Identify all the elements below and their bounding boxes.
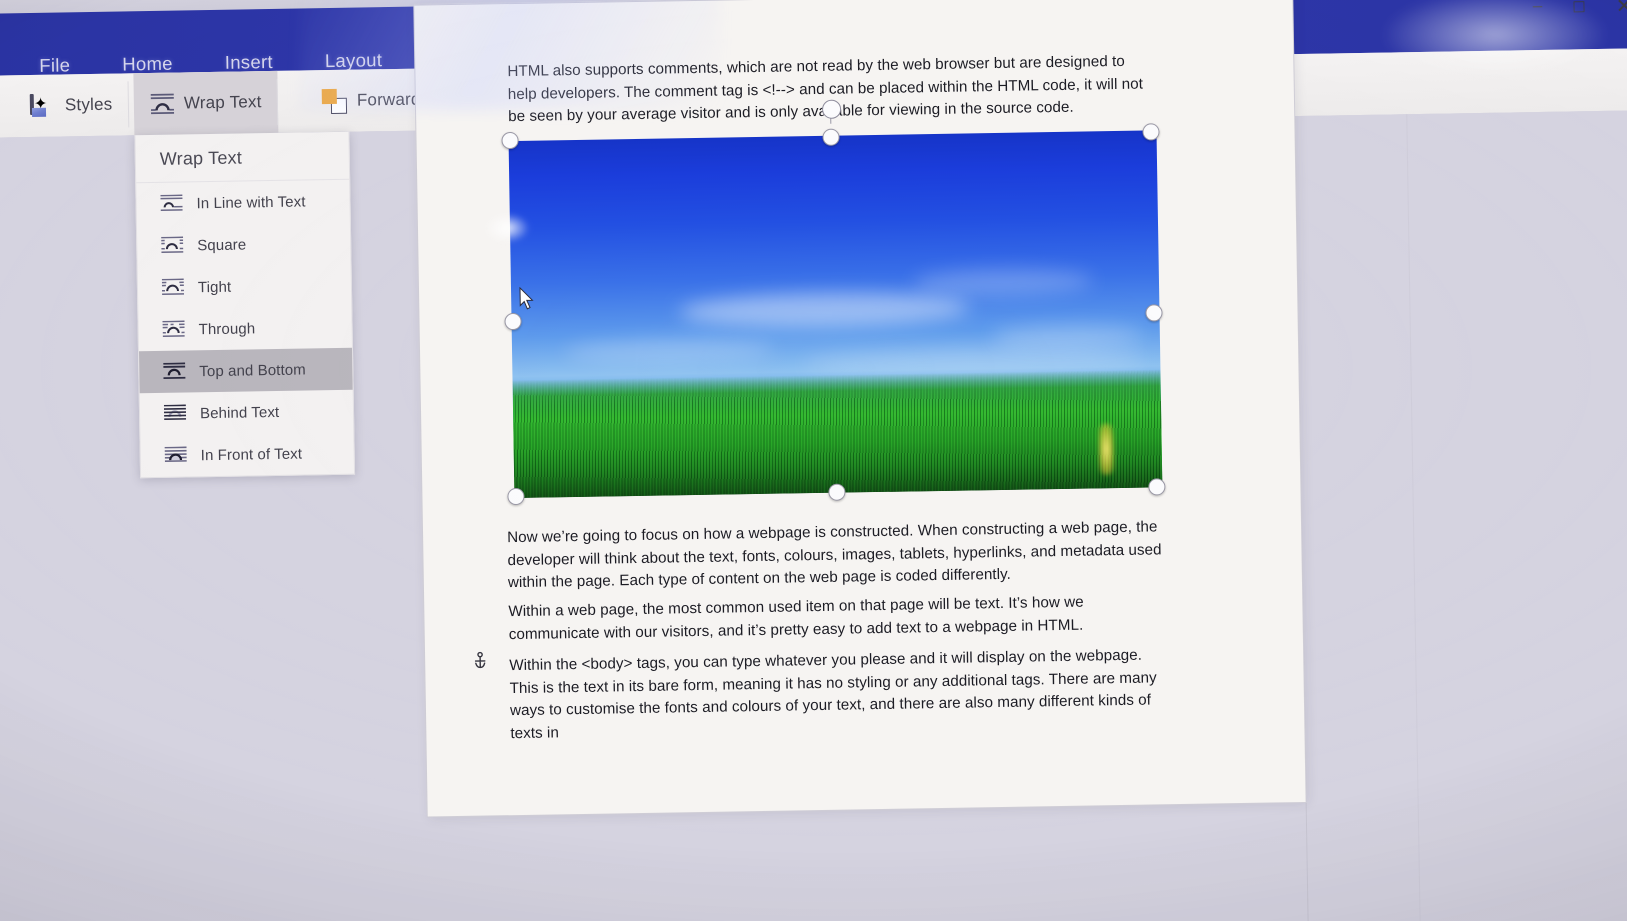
wrap-through-icon [162, 320, 184, 338]
picture-bliss-wallpaper[interactable] [509, 130, 1163, 498]
ribbon-forward-label: Forward [357, 90, 421, 111]
wrap-menu-title: Wrap Text [135, 132, 349, 184]
ribbon-styles-label: Styles [65, 95, 113, 116]
wrap-option-label: Behind Text [200, 403, 279, 421]
paragraph-3: Within the <body> tags, you can type wha… [509, 644, 1170, 745]
wrap-option-tight[interactable]: Tight [138, 264, 352, 310]
wrap-option-label: Through [198, 320, 255, 338]
screen-glare [1098, 423, 1114, 475]
wrap-option-label: In Front of Text [201, 445, 303, 464]
wrap-option-square[interactable]: Square [137, 222, 351, 268]
wrap-inline-icon [160, 195, 182, 213]
paragraph-1: Now we’re going to focus on how a webpag… [507, 516, 1168, 594]
window-controls[interactable]: – ☐ ✕ [1533, 0, 1627, 18]
wrap-option-label: Square [197, 236, 246, 254]
wrap-option-label: Top and Bottom [199, 361, 306, 380]
ribbon-styles-button[interactable]: ✦ Styles [13, 73, 129, 137]
wrap-option-in-line-with-text[interactable]: In Line with Text [136, 180, 350, 226]
wrap-square-icon [161, 236, 183, 254]
picture-styles-icon: ✦ [30, 94, 56, 118]
mouse-cursor [519, 287, 535, 311]
ribbon-wrap-text-button[interactable]: Wrap Text [133, 71, 278, 135]
bring-forward-icon [322, 89, 348, 113]
wrap-option-top-and-bottom[interactable]: Top and Bottom [139, 348, 353, 394]
wrap-tight-icon [162, 278, 184, 296]
wrap-option-label: Tight [198, 278, 232, 296]
maximize-icon[interactable]: ☐ [1572, 0, 1586, 15]
selected-picture[interactable] [509, 130, 1163, 498]
wrap-behind-icon [164, 404, 186, 422]
wrap-option-in-front-of-text[interactable]: In Front of Text [140, 432, 354, 478]
screen-photograph: Word Preview Web Protocols – ☐ ✕ File Ho… [0, 0, 1627, 921]
object-anchor-icon [473, 652, 487, 670]
minimize-icon[interactable]: – [1533, 0, 1543, 14]
wrap-option-label: In Line with Text [196, 193, 305, 212]
wrap-text-dropdown[interactable]: Wrap Text In Line with Text [134, 132, 355, 479]
wrap-topbottom-icon [163, 362, 185, 380]
close-icon[interactable]: ✕ [1616, 0, 1627, 17]
ribbon-wrap-text-label: Wrap Text [184, 92, 262, 113]
wrap-text-icon [150, 93, 175, 115]
wrap-option-behind-text[interactable]: Behind Text [140, 390, 354, 436]
wrap-infront-icon [165, 446, 187, 464]
wrap-option-through[interactable]: Through [138, 306, 352, 352]
